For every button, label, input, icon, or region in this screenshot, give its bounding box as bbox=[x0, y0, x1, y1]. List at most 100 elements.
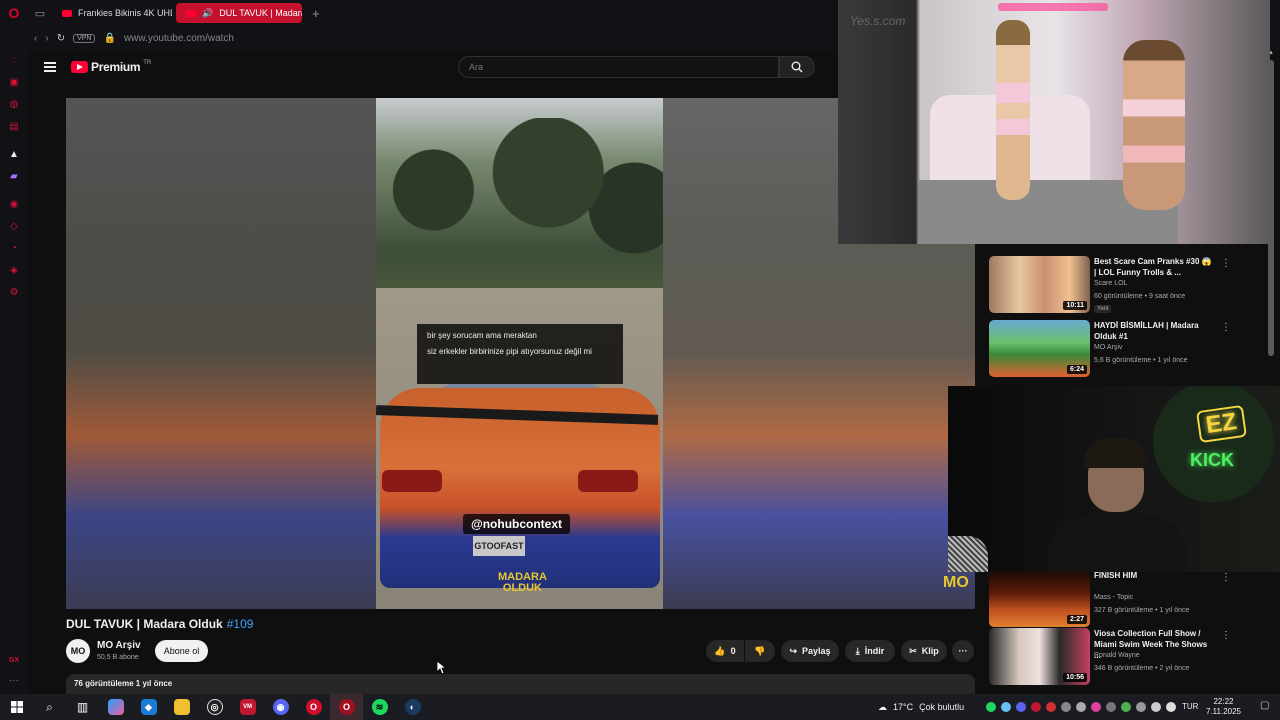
search-taskbar-icon[interactable]: ⌕ bbox=[33, 694, 66, 720]
arrow-icon[interactable]: ▲ bbox=[6, 146, 22, 162]
recommendation-item[interactable]: 2:27 FINISH HIM Mass - Topic 327 B görün… bbox=[989, 570, 1269, 628]
spotify-tray-icon[interactable] bbox=[986, 702, 996, 712]
media-icon[interactable]: ▤ bbox=[6, 118, 22, 134]
watermark-line-2: OLDUK bbox=[502, 582, 542, 594]
kebab-menu-icon[interactable]: ⋮ bbox=[1221, 258, 1231, 269]
player-icon[interactable]: ◉ bbox=[6, 196, 22, 212]
share-button[interactable]: ↪ Paylaş bbox=[781, 640, 839, 662]
security-tray-icon[interactable] bbox=[1106, 702, 1116, 712]
opera-logo-icon[interactable]: O bbox=[0, 0, 28, 26]
recommendation-title[interactable]: Best Scare Cam Pranks #30 😱 | LOL Funny … bbox=[1094, 256, 1214, 278]
kebab-menu-icon[interactable]: ⋮ bbox=[1221, 322, 1231, 333]
opera-tray-icon[interactable] bbox=[1046, 702, 1056, 712]
settings-icon[interactable]: ⚙ bbox=[6, 284, 22, 300]
messenger-icon[interactable]: ◍ bbox=[6, 96, 22, 112]
recommendation-thumbnail[interactable]: 10:56 bbox=[989, 628, 1090, 685]
app-tray-icon[interactable] bbox=[1061, 702, 1071, 712]
logo-text: Premium bbox=[91, 60, 141, 74]
task-view-icon[interactable]: ▥ bbox=[66, 694, 99, 720]
twitch-icon[interactable]: ▰ bbox=[6, 168, 22, 184]
recommendation-channel[interactable]: Ronald Wayne bbox=[1094, 652, 1140, 659]
search-placeholder: Ara bbox=[469, 62, 484, 72]
voicemod-icon[interactable]: VM bbox=[231, 694, 264, 720]
bag-icon[interactable]: ▣ bbox=[6, 74, 22, 90]
recommendation-thumbnail[interactable]: 10:11 bbox=[989, 256, 1090, 313]
recommendation-thumbnail[interactable]: 2:27 bbox=[989, 570, 1090, 627]
search-input[interactable]: Ara bbox=[458, 56, 779, 78]
file-explorer-icon[interactable] bbox=[165, 694, 198, 720]
history-icon[interactable]: ◔ bbox=[6, 240, 22, 256]
duration-badge: 10:56 bbox=[1063, 673, 1087, 682]
mouse-cursor-icon bbox=[437, 661, 446, 675]
kebab-menu-icon[interactable]: ⋮ bbox=[1221, 572, 1231, 583]
steam-tray-icon[interactable] bbox=[1001, 702, 1011, 712]
extensions-icon[interactable]: ◈ bbox=[6, 262, 22, 278]
back-icon[interactable]: ‹ bbox=[34, 33, 37, 44]
download-icon: ⤓ bbox=[855, 645, 860, 656]
opera-gx-taskbar-icon[interactable]: O bbox=[330, 694, 363, 720]
weather-widget[interactable]: ☁ 17°C Çok bulutlu bbox=[878, 694, 964, 720]
discord-tray-icon[interactable] bbox=[1016, 702, 1026, 712]
gx-icon[interactable]: GX bbox=[9, 657, 19, 664]
tab-frankies-bikinis[interactable]: Frankies Bikinis 4K UHD S bbox=[52, 3, 172, 23]
recommendation-thumbnail[interactable]: 6:24 bbox=[989, 320, 1090, 377]
like-button[interactable]: 👍 0 bbox=[706, 640, 744, 662]
recommendation-item[interactable]: 10:56 Viosa Collection Full Show / Miami… bbox=[989, 628, 1269, 686]
taillight-left bbox=[382, 470, 442, 492]
channel-avatar[interactable]: MO bbox=[66, 639, 90, 663]
tab-manager-icon[interactable]: ▭ bbox=[28, 3, 52, 23]
kebab-menu-icon[interactable]: ⋮ bbox=[1221, 630, 1231, 641]
recommendation-channel[interactable]: Scare LOL bbox=[1094, 280, 1127, 287]
forward-icon[interactable]: › bbox=[45, 33, 48, 44]
volume-icon[interactable] bbox=[1166, 702, 1176, 712]
youtube-logo-icon bbox=[71, 61, 88, 73]
recommendation-channel[interactable]: Mass - Topic bbox=[1094, 594, 1133, 601]
discord-icon[interactable]: ◉ bbox=[264, 694, 297, 720]
outlook-icon[interactable]: ◆ bbox=[132, 694, 165, 720]
vpn-badge[interactable]: VPN bbox=[73, 33, 96, 43]
start-button[interactable] bbox=[0, 694, 33, 720]
description-box[interactable]: 76 görüntüleme 1 yıl önce bbox=[66, 674, 975, 694]
subscribe-button[interactable]: Abone ol bbox=[155, 640, 208, 662]
tab-label: DUL TAVUK | Madara bbox=[219, 8, 302, 18]
bookmark-icon[interactable]: ◇ bbox=[6, 218, 22, 234]
reload-icon[interactable]: ↻ bbox=[57, 33, 65, 44]
duration-badge: 6:24 bbox=[1066, 365, 1087, 374]
recommendation-meta: 5,6 B görüntüleme • 1 yıl önce bbox=[1094, 357, 1188, 364]
voicemod-tray-icon[interactable] bbox=[1031, 702, 1041, 712]
menu-icon[interactable] bbox=[44, 62, 56, 72]
youtube-logo[interactable]: Premium TR bbox=[71, 60, 151, 74]
copilot-icon[interactable] bbox=[99, 694, 132, 720]
input-language[interactable]: TUR bbox=[1182, 702, 1198, 711]
search-button[interactable] bbox=[779, 56, 815, 78]
chevron-up-icon[interactable] bbox=[1136, 702, 1146, 712]
more-icon[interactable]: ··· bbox=[9, 675, 19, 686]
opera-taskbar-icon[interactable]: O bbox=[297, 694, 330, 720]
tab-dul-tavuk[interactable]: 🔊 DUL TAVUK | Madara bbox=[176, 3, 302, 23]
spotify-icon[interactable]: ≋ bbox=[363, 694, 396, 720]
aria-icon[interactable]: ◌ bbox=[6, 52, 22, 68]
url-field[interactable]: www.youtube.com/watch bbox=[124, 33, 234, 44]
rgb-tray-icon[interactable] bbox=[1091, 702, 1101, 712]
system-clock[interactable]: 22:22 7.11.2025 bbox=[1206, 697, 1241, 717]
notification-icon[interactable]: ▢ bbox=[1260, 700, 1269, 711]
video-hashtag[interactable]: #109 bbox=[227, 617, 254, 631]
channel-watermark[interactable]: MO bbox=[943, 574, 969, 592]
recommendation-title[interactable]: HAYDİ BİSMİLLAH | Madara Olduk #1 bbox=[1094, 320, 1214, 342]
download-button[interactable]: ⤓ İndir bbox=[845, 640, 895, 662]
new-tab-button[interactable]: + bbox=[306, 6, 326, 21]
clip-button[interactable]: ✂ Klip bbox=[901, 640, 947, 662]
battery-tray-icon[interactable] bbox=[1121, 702, 1131, 712]
more-actions-button[interactable]: ··· bbox=[952, 640, 974, 662]
screen: O ▭ Frankies Bikinis 4K UHD S 🔊 DUL TAVU… bbox=[0, 0, 1280, 720]
recommendation-item[interactable]: 10:11 Best Scare Cam Pranks #30 😱 | LOL … bbox=[989, 256, 1269, 314]
recommendation-channel[interactable]: MO Arşiv bbox=[1094, 344, 1122, 351]
nvidia-tray-icon[interactable] bbox=[1076, 702, 1086, 712]
steam-icon[interactable]: ◐ bbox=[396, 694, 429, 720]
channel-name[interactable]: MO Arşiv bbox=[97, 640, 141, 651]
dislike-button[interactable]: 👎 bbox=[745, 640, 775, 662]
recommendation-item[interactable]: 6:24 HAYDİ BİSMİLLAH | Madara Olduk #1 M… bbox=[989, 320, 1269, 378]
recommendation-meta: 327 B görüntüleme • 1 yıl önce bbox=[1094, 607, 1190, 614]
network-icon[interactable] bbox=[1151, 702, 1161, 712]
obs-icon[interactable]: ◎ bbox=[198, 694, 231, 720]
